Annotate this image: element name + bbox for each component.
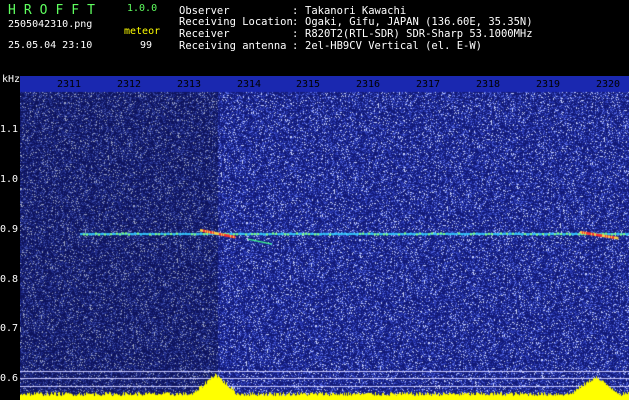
header-panel: HROFFT 1.0.0 2505042310.png meteor 25.05… [0, 0, 629, 76]
location-colon: : [292, 16, 299, 28]
x-tick: 2320 [596, 79, 621, 90]
receiver-colon: : [292, 28, 299, 40]
x-tick: 2314 [237, 79, 262, 90]
file-name: 2505042310.png [8, 19, 93, 30]
y-tick: 0.7 [0, 323, 19, 334]
x-tick: 2316 [356, 79, 381, 90]
antenna-value: 2el-HB9CV Vertical (el. E-W) [305, 40, 483, 52]
y-tick: 0.8 [0, 274, 19, 285]
receiver-value: R820T2(RTL-SDR) SDR-Sharp 53.1000MHz [305, 28, 533, 40]
datetime: 25.05.04 23:10 [8, 40, 93, 51]
y-unit-label: kHz [2, 74, 21, 85]
x-tick: 2313 [177, 79, 202, 90]
x-tick: 2315 [296, 79, 321, 90]
x-tick: 2312 [117, 79, 142, 90]
x-tick: 2317 [416, 79, 441, 90]
x-tick: 2311 [57, 79, 82, 90]
observer-colon: : [292, 5, 299, 17]
location-value: Ogaki, Gifu, JAPAN (136.60E, 35.35N) [305, 16, 533, 28]
observer-value: Takanori Kawachi [305, 5, 407, 17]
meteor-label: meteor [124, 26, 161, 37]
x-tick: 2318 [476, 79, 501, 90]
x-tick: 2319 [536, 79, 561, 90]
location-label: Receiving Location [179, 16, 293, 28]
spectrogram-canvas [20, 76, 629, 400]
app-version: 1.0.0 [127, 3, 158, 14]
antenna-label: Receiving antenna [179, 40, 287, 52]
y-tick: 1.0 [0, 174, 19, 185]
receiver-label: Receiver [179, 28, 230, 40]
y-tick: 0.9 [0, 224, 19, 235]
observer-label: Observer [179, 5, 230, 17]
antenna-colon: : [292, 40, 299, 52]
y-tick: 1.1 [0, 124, 19, 135]
y-tick: 0.6 [0, 373, 19, 384]
meteor-count: 99 [140, 40, 153, 51]
app-title: HROFFT [8, 3, 103, 18]
